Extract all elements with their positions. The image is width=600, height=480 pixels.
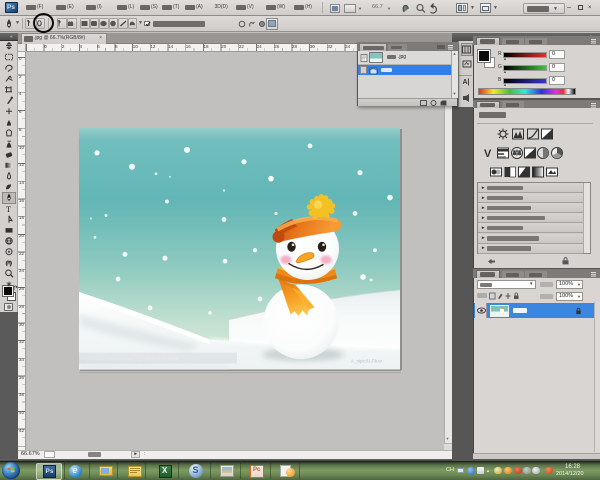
svg-text:T: T (6, 205, 11, 214)
svg-text:A_nipic01.Fb.w: A_nipic01.Fb.w (351, 359, 382, 364)
svg-text:www.nipic.com/show/1/23/466759: www.nipic.com/show/1/23/4667593.html (80, 357, 179, 363)
svg-text:V: V (484, 148, 492, 159)
